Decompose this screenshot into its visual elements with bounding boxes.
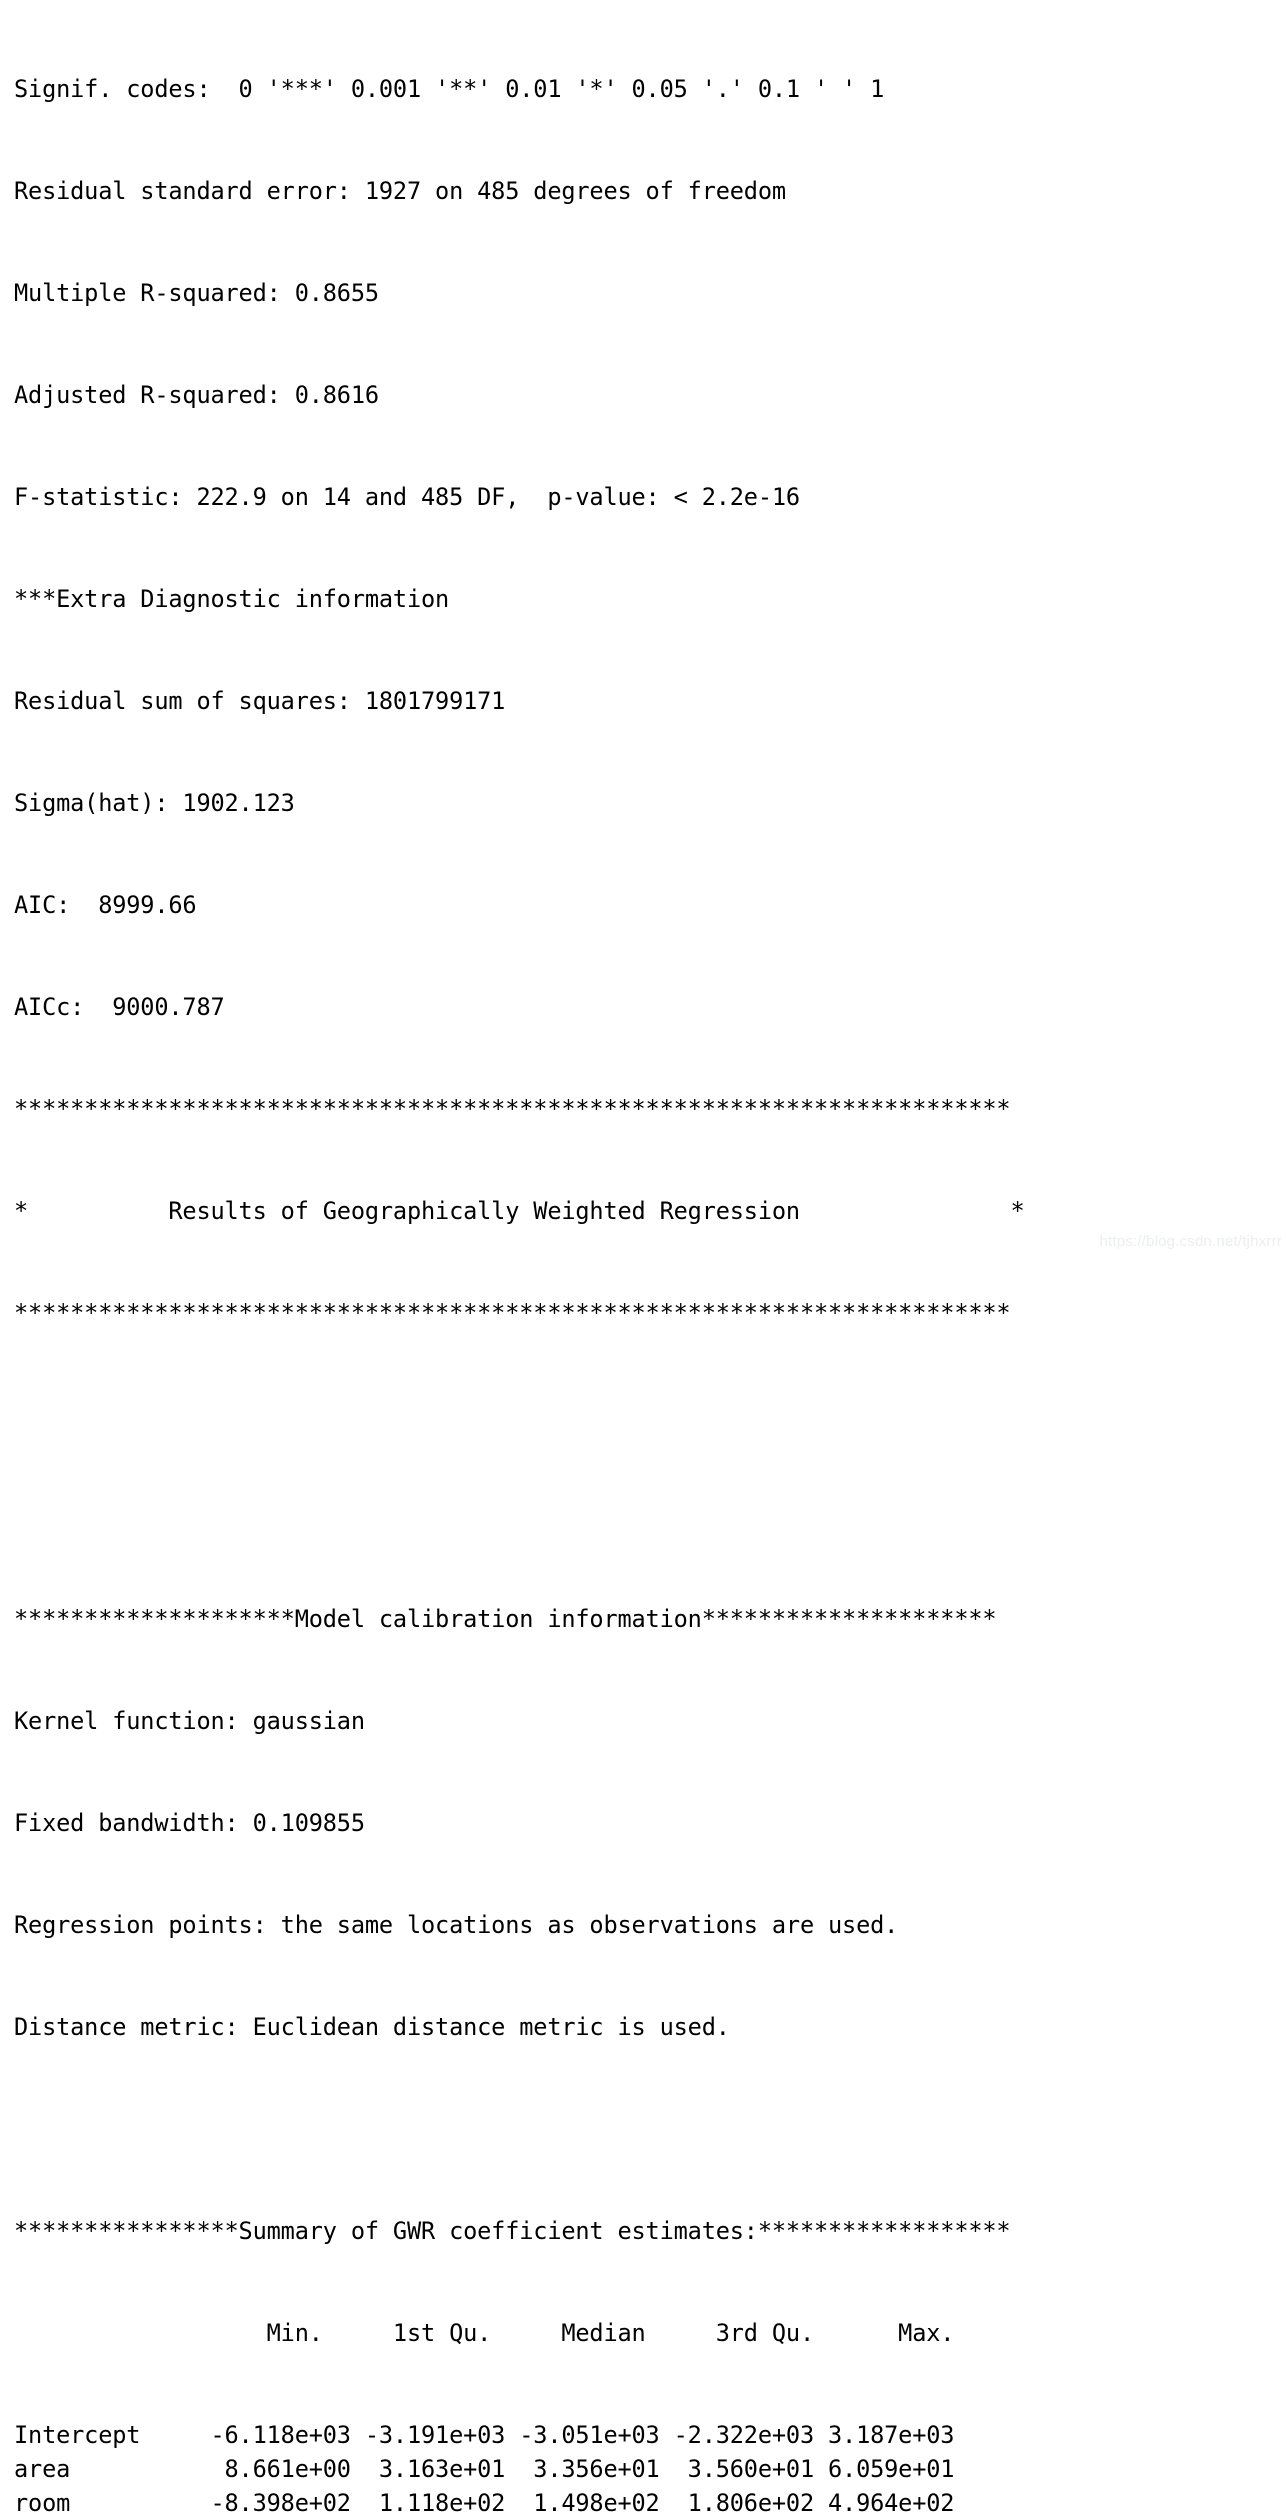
multiple-r-squared-line: Multiple R-squared: 0.8655 xyxy=(14,279,379,307)
adjusted-r-squared-line: Adjusted R-squared: 0.8616 xyxy=(14,381,379,409)
extra-diagnostic-heading: ***Extra Diagnostic information xyxy=(14,585,450,613)
table-row: Intercept -6.118e+03 -3.191e+03 -3.051e+… xyxy=(14,2421,955,2449)
model-calibration-heading: ********************Model calibration in… xyxy=(14,1605,997,1633)
banner-title-line: * Results of Geographically Weighted Reg… xyxy=(14,1197,1025,1225)
regression-points-line: Regression points: the same locations as… xyxy=(14,1911,899,1939)
banner-rule-top: ****************************************… xyxy=(14,1095,1011,1123)
table-row: area 8.661e+00 3.163e+01 3.356e+01 3.560… xyxy=(14,2455,955,2483)
residual-standard-error-line: Residual standard error: 1927 on 485 deg… xyxy=(14,177,786,205)
watermark: https://blog.csdn.net/tjhxrrr xyxy=(1099,1233,1282,1250)
console-output: Signif. codes: 0 '***' 0.001 '**' 0.01 '… xyxy=(14,4,1025,2512)
fixed-bandwidth-line: Fixed bandwidth: 0.109855 xyxy=(14,1809,365,1837)
kernel-function-line: Kernel function: gaussian xyxy=(14,1707,365,1735)
residual-sum-of-squares-line: Residual sum of squares: 1801799171 xyxy=(14,687,506,715)
aicc-line: AICc: 9000.787 xyxy=(14,993,225,1021)
sigma-hat-line: Sigma(hat): 1902.123 xyxy=(14,789,295,817)
coefficient-table-header: Min. 1st Qu. Median 3rd Qu. Max. xyxy=(14,2319,955,2347)
signif-codes-line: Signif. codes: 0 '***' 0.001 '**' 0.01 '… xyxy=(14,75,885,103)
banner-rule-bottom: ****************************************… xyxy=(14,1299,1011,1327)
table-row: room -8.398e+02 1.118e+02 1.498e+02 1.80… xyxy=(14,2489,955,2512)
distance-metric-line: Distance metric: Euclidean distance metr… xyxy=(14,2013,730,2041)
coefficient-table-body: Intercept -6.118e+03 -3.191e+03 -3.051e+… xyxy=(14,2418,1025,2512)
aic-line: AIC: 8999.66 xyxy=(14,891,197,919)
coefficient-summary-heading: ****************Summary of GWR coefficie… xyxy=(14,2217,1011,2245)
f-statistic-line: F-statistic: 222.9 on 14 and 485 DF, p-v… xyxy=(14,483,800,511)
